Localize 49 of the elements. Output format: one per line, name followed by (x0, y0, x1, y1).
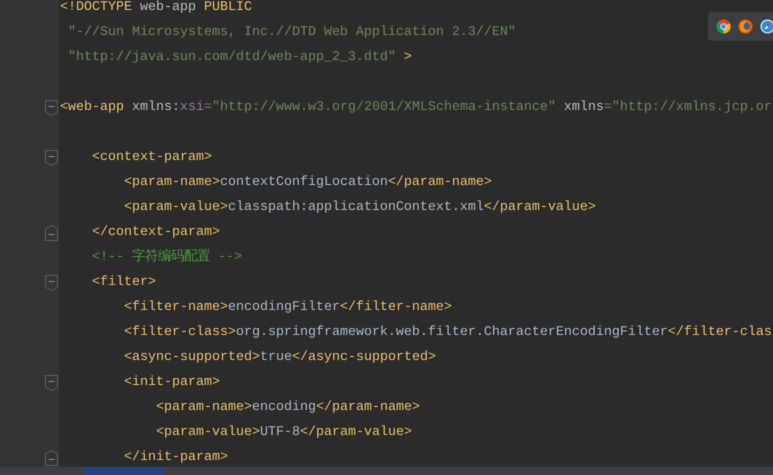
xml-tag: </param-value> (300, 424, 412, 440)
fold-marker-icon[interactable] (45, 450, 58, 466)
tag-content: encodingFilter (228, 300, 340, 316)
xml-tag: > (396, 50, 412, 66)
fold-marker-icon[interactable] (45, 100, 58, 116)
xml-tag: <param-name> (60, 174, 220, 190)
xml-tag: </context-param> (60, 224, 220, 240)
xml-tag: </param-name> (388, 174, 492, 190)
tag-content: UTF-8 (260, 424, 300, 440)
firefox-icon[interactable] (738, 19, 753, 34)
fold-marker-icon[interactable] (45, 150, 58, 166)
string-literal: ="http://www.w3.org/2001/XMLSchema-instance" (204, 100, 556, 116)
xml-tag: <filter-name> (60, 300, 228, 316)
attribute-name: xmlns: (130, 100, 180, 116)
fold-marker-icon[interactable] (45, 374, 58, 390)
xml-tag: <param-value> (60, 200, 228, 216)
xml-tag: <filter> (60, 274, 156, 290)
code-comment: <!-- 字符编码配置 --> (90, 250, 242, 266)
attribute-name: xmlns (562, 100, 604, 116)
string-literal: "http://java.sun.com/dtd/web-app_2_3.dtd" (66, 50, 396, 66)
tag-content: org.springframework.web.filter.CharacterEncodingFilter (236, 324, 668, 340)
xml-tag: </param-name> (316, 400, 420, 416)
xml-tag: <param-value> (60, 424, 260, 440)
xml-tag: <!DOCTYPE (60, 0, 132, 16)
namespace-prefix: xsi (180, 100, 204, 116)
xml-tag: </filter-clas (668, 324, 772, 340)
xml-tag: PUBLIC (204, 0, 252, 16)
xml-tag: </param-value> (484, 200, 596, 216)
fold-marker-icon[interactable] (45, 224, 58, 240)
attribute-name: web-app (138, 0, 197, 16)
string-literal: ="http://xmlns.jcp.or (604, 100, 772, 116)
xml-tag: <context-param> (60, 150, 212, 166)
tag-content: true (260, 350, 292, 366)
tag-content: encoding (252, 400, 316, 416)
chrome-icon[interactable] (716, 19, 731, 34)
xml-tag: <filter-class> (60, 324, 236, 340)
xml-tag: <web-app (60, 100, 124, 116)
xml-tag: <async-supported> (60, 350, 260, 366)
scrollbar-thumb[interactable] (84, 467, 164, 475)
fold-marker-icon[interactable] (45, 274, 58, 290)
tag-content: contextConfigLocation (220, 174, 388, 190)
string-literal: "-//Sun Microsystems, Inc.//DTD Web Application 2.3//EN" (66, 24, 516, 40)
xml-tag: <init-param> (60, 374, 220, 390)
xml-tag: </async-supported> (292, 350, 436, 366)
xml-tag: </filter-name> (340, 300, 452, 316)
compass-icon[interactable] (760, 19, 773, 34)
xml-tag: <param-name> (60, 400, 252, 416)
xml-tag: </init-param> (60, 450, 228, 466)
tag-content: classpath:applicationContext.xml (228, 200, 484, 216)
